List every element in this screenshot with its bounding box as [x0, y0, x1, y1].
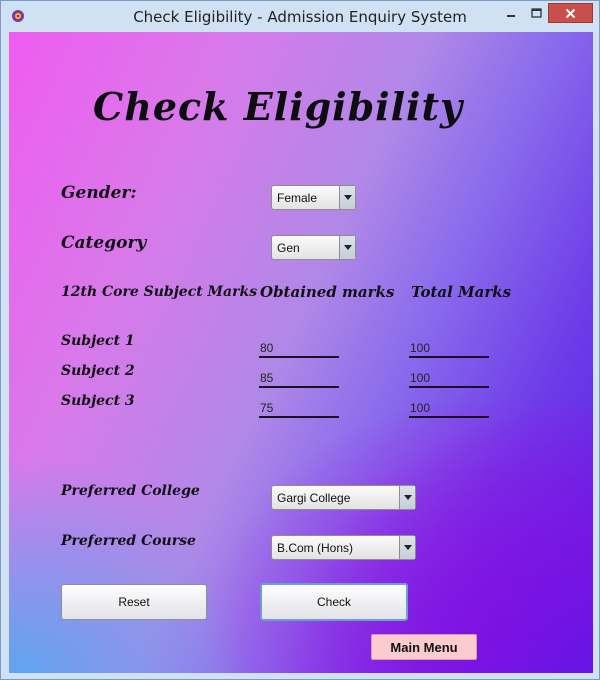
chevron-down-icon[interactable]: [399, 536, 415, 559]
close-button[interactable]: [548, 3, 593, 23]
chevron-down-icon[interactable]: [339, 186, 355, 209]
subject-1-obtained-input[interactable]: 80: [259, 338, 339, 358]
reset-button[interactable]: Reset: [61, 584, 207, 620]
subject-2-total-input[interactable]: 100: [409, 368, 489, 388]
maximize-button[interactable]: [522, 3, 550, 23]
subject-1-total-input[interactable]: 100: [409, 338, 489, 358]
maximize-icon: [530, 8, 542, 18]
app-window: Check Eligibility - Admission Enquiry Sy…: [0, 0, 600, 680]
gender-select[interactable]: Female: [271, 185, 356, 210]
chevron-down-icon[interactable]: [339, 236, 355, 259]
check-button[interactable]: Check: [260, 583, 408, 621]
close-icon: [565, 8, 576, 18]
category-select[interactable]: Gen: [271, 235, 356, 260]
subject-3-total-input[interactable]: 100: [409, 398, 489, 418]
gender-value: Female: [277, 191, 318, 205]
chevron-down-icon[interactable]: [399, 486, 415, 509]
category-value: Gen: [277, 241, 300, 255]
college-value: Gargi College: [277, 491, 351, 505]
obtained-marks-header: Obtained marks: [260, 283, 395, 301]
course-value: B.Com (Hons): [277, 541, 354, 555]
subject-1-label: Subject 1: [61, 333, 135, 349]
college-select[interactable]: Gargi College: [271, 485, 416, 510]
subject-2-obtained-input[interactable]: 85: [259, 368, 339, 388]
minimize-icon: [507, 15, 515, 17]
gender-label: Gender:: [61, 183, 137, 203]
total-marks-header: Total Marks: [411, 283, 512, 301]
main-menu-button[interactable]: Main Menu: [371, 634, 477, 660]
form-panel: Check Eligibility Gender: Female Categor…: [9, 32, 593, 673]
marks-header: 12th Core Subject Marks: [61, 284, 258, 300]
course-select[interactable]: B.Com (Hons): [271, 535, 416, 560]
subject-3-obtained-input[interactable]: 75: [259, 398, 339, 418]
category-label: Category: [61, 233, 147, 253]
minimize-button[interactable]: [497, 3, 525, 23]
preferred-college-label: Preferred College: [61, 483, 200, 499]
page-title: Check Eligibility: [93, 84, 464, 129]
title-bar[interactable]: Check Eligibility - Admission Enquiry Sy…: [1, 1, 599, 32]
preferred-course-label: Preferred Course: [61, 533, 196, 549]
subject-3-label: Subject 3: [61, 393, 135, 409]
subject-2-label: Subject 2: [61, 363, 135, 379]
